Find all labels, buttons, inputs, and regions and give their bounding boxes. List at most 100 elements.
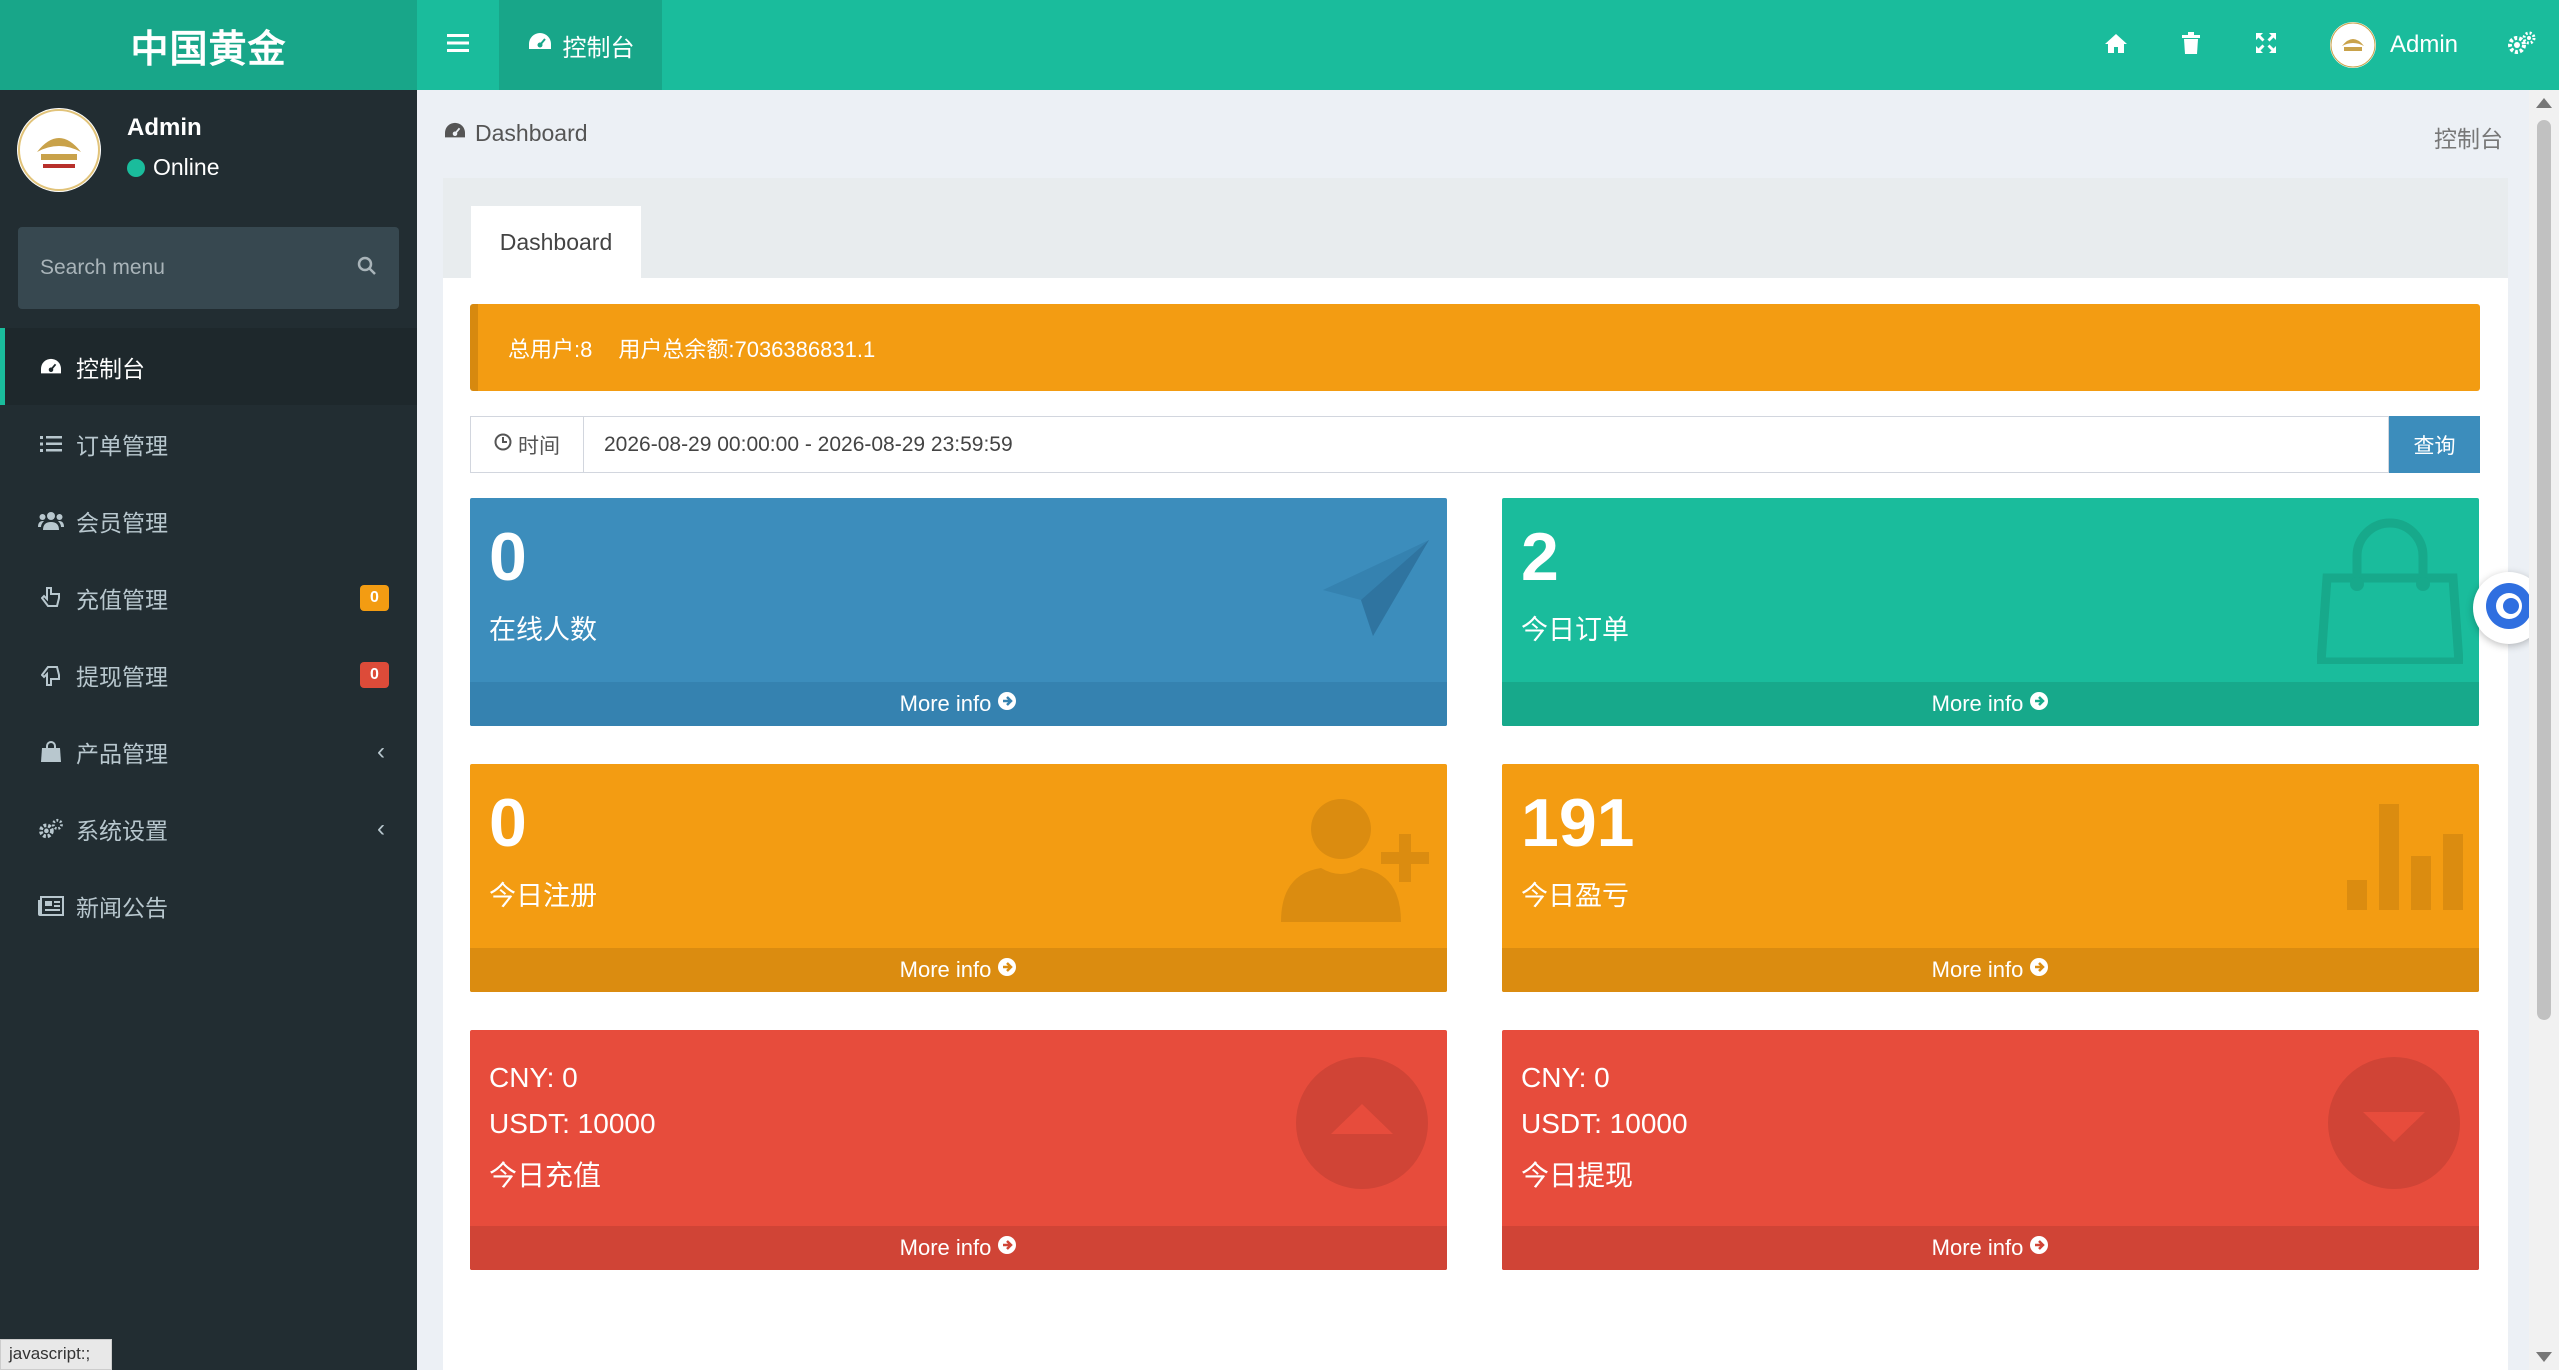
more-info-label: More info	[899, 691, 992, 716]
fullscreen-icon	[2255, 32, 2277, 59]
tab-dashboard[interactable]: 控制台	[499, 0, 662, 90]
main-content: Dashboard 控制台 Dashboard 总用户:8 用户总余额:7036…	[417, 90, 2529, 1370]
stat-value: 2	[1521, 519, 1559, 595]
search-icon[interactable]	[357, 256, 377, 281]
total-balance: 用户总余额:7036386831.1	[618, 336, 876, 362]
sidebar-toggle-button[interactable]	[417, 0, 499, 90]
sidebar-item-news[interactable]: 新闻公告	[0, 867, 417, 944]
dashboard-icon	[527, 31, 553, 60]
sidebar-item-products[interactable]: 产品管理 ‹	[0, 713, 417, 790]
date-range-input[interactable]	[584, 416, 2389, 473]
recharge-usdt: USDT: 10000	[489, 1108, 656, 1139]
stat-label: 今日提现	[1521, 1160, 1634, 1191]
dashboard-icon	[443, 120, 467, 147]
stat-box-recharge: CNY: 0 USDT: 10000 今日充值 More info	[470, 1030, 1447, 1270]
arrow-circle-right-icon	[2029, 957, 2049, 983]
hand-down-icon	[38, 662, 64, 688]
navbar-right: Admin	[2079, 0, 2559, 90]
users-icon	[38, 508, 64, 534]
arrow-circle-right-icon	[997, 691, 1017, 717]
avatar	[17, 108, 101, 192]
sidebar-menu: 控制台 订单管理 会员管理 充值管理 0 提现管理 0 产品管理 ‹ 系统设置 …	[0, 328, 417, 944]
list-icon	[38, 431, 64, 457]
time-label: 时间	[518, 434, 560, 458]
stat-label: 今日盈亏	[1521, 881, 1629, 911]
user-panel: Admin Online	[0, 90, 417, 208]
dashboard-panel: Dashboard 总用户:8 用户总余额:7036386831.1 时间 查询…	[443, 178, 2508, 1370]
stat-value: 0	[489, 785, 527, 861]
search-input[interactable]	[40, 256, 357, 280]
more-info-link[interactable]: More info	[1502, 682, 2479, 726]
user-menu-name: Admin	[2389, 31, 2458, 58]
arrow-circle-right-icon	[2029, 1235, 2049, 1261]
trash-icon	[2182, 31, 2201, 59]
more-info-link[interactable]: More info	[470, 948, 1447, 992]
shopping-bag-icon	[2316, 518, 2464, 669]
clear-cache-button[interactable]	[2154, 0, 2229, 90]
sidebar-item-label: 会员管理	[76, 509, 168, 536]
status-bar-url: javascript:;	[0, 1339, 112, 1370]
brand-title: 中国黄金	[130, 28, 287, 71]
stat-box-online: 0 在线人数 More info	[470, 498, 1447, 726]
sidebar-item-withdraw[interactable]: 提现管理 0	[0, 636, 417, 713]
more-info-link[interactable]: More info	[1502, 1226, 2479, 1270]
fullscreen-button[interactable]	[2229, 0, 2304, 90]
withdraw-usdt: USDT: 10000	[1521, 1108, 1688, 1139]
brand-logo[interactable]: 中国黄金	[0, 0, 417, 90]
dashboard-icon	[38, 354, 64, 380]
tab-dashboard[interactable]: Dashboard	[471, 206, 641, 278]
sidebar-item-label: 控制台	[76, 355, 145, 382]
stat-box-withdraw: CNY: 0 USDT: 10000 今日提现 More info	[1502, 1030, 2479, 1270]
home-button[interactable]	[2079, 0, 2154, 90]
arrow-down-circle-icon	[2327, 1056, 2461, 1195]
tab-dashboard-label: 控制台	[562, 34, 635, 62]
stat-box-registrations: 0 今日注册 More info	[470, 764, 1447, 992]
home-icon	[2104, 32, 2128, 59]
user-plus-icon	[1281, 794, 1431, 929]
query-button[interactable]: 查询	[2389, 416, 2480, 473]
bar-chart-icon	[2347, 804, 2463, 915]
sidebar: Admin Online 控制台 订单管理 会员管理	[0, 90, 417, 1370]
summary-alert: 总用户:8 用户总余额:7036386831.1	[470, 304, 2480, 391]
sidebar-item-label: 充值管理	[76, 586, 168, 613]
sidebar-item-orders[interactable]: 订单管理	[0, 405, 417, 482]
panel-tabs: Dashboard	[443, 178, 2508, 278]
stat-label: 今日注册	[489, 881, 597, 911]
time-filter-label: 时间	[470, 416, 584, 473]
settings-icon	[2507, 31, 2536, 60]
sidebar-item-label: 产品管理	[76, 740, 168, 767]
stat-label: 在线人数	[489, 615, 597, 645]
settings-button[interactable]	[2484, 0, 2559, 90]
more-info-link[interactable]: More info	[470, 682, 1447, 726]
sidebar-item-label: 新闻公告	[76, 894, 168, 921]
stat-box-profit: 191 今日盈亏 More info	[1502, 764, 2479, 992]
more-info-label: More info	[1931, 691, 2024, 716]
more-info-label: More info	[899, 1235, 992, 1260]
shopping-bag-icon	[38, 739, 64, 765]
sidebar-item-label: 提现管理	[76, 663, 168, 690]
more-info-label: More info	[1931, 957, 2024, 982]
online-status-icon	[127, 158, 145, 177]
more-info-link[interactable]: More info	[1502, 948, 2479, 992]
arrow-circle-right-icon	[2029, 691, 2049, 717]
breadcrumb-label: Dashboard	[475, 120, 588, 146]
sidebar-user-name: Admin	[127, 114, 202, 141]
scroll-thumb[interactable]	[2537, 120, 2551, 1020]
user-menu[interactable]: Admin	[2304, 0, 2484, 90]
cogs-icon	[38, 816, 64, 842]
chevron-left-icon: ‹	[377, 815, 385, 842]
page-scrollbar[interactable]	[2529, 90, 2559, 1370]
recharge-count-badge: 0	[360, 585, 389, 611]
sidebar-item-recharge[interactable]: 充值管理 0	[0, 559, 417, 636]
withdraw-count-badge: 0	[360, 662, 389, 688]
sidebar-item-settings[interactable]: 系统设置 ‹	[0, 790, 417, 867]
arrow-circle-right-icon	[997, 957, 1017, 983]
more-info-link[interactable]: More info	[470, 1226, 1447, 1270]
withdraw-cny: CNY: 0	[1521, 1062, 1610, 1093]
scroll-up-icon[interactable]	[2536, 98, 2552, 108]
sidebar-item-members[interactable]: 会员管理	[0, 482, 417, 559]
scroll-down-icon[interactable]	[2536, 1352, 2552, 1362]
sidebar-item-dashboard[interactable]: 控制台	[0, 328, 417, 405]
user-status: Online	[127, 154, 219, 181]
more-info-label: More info	[899, 957, 992, 982]
